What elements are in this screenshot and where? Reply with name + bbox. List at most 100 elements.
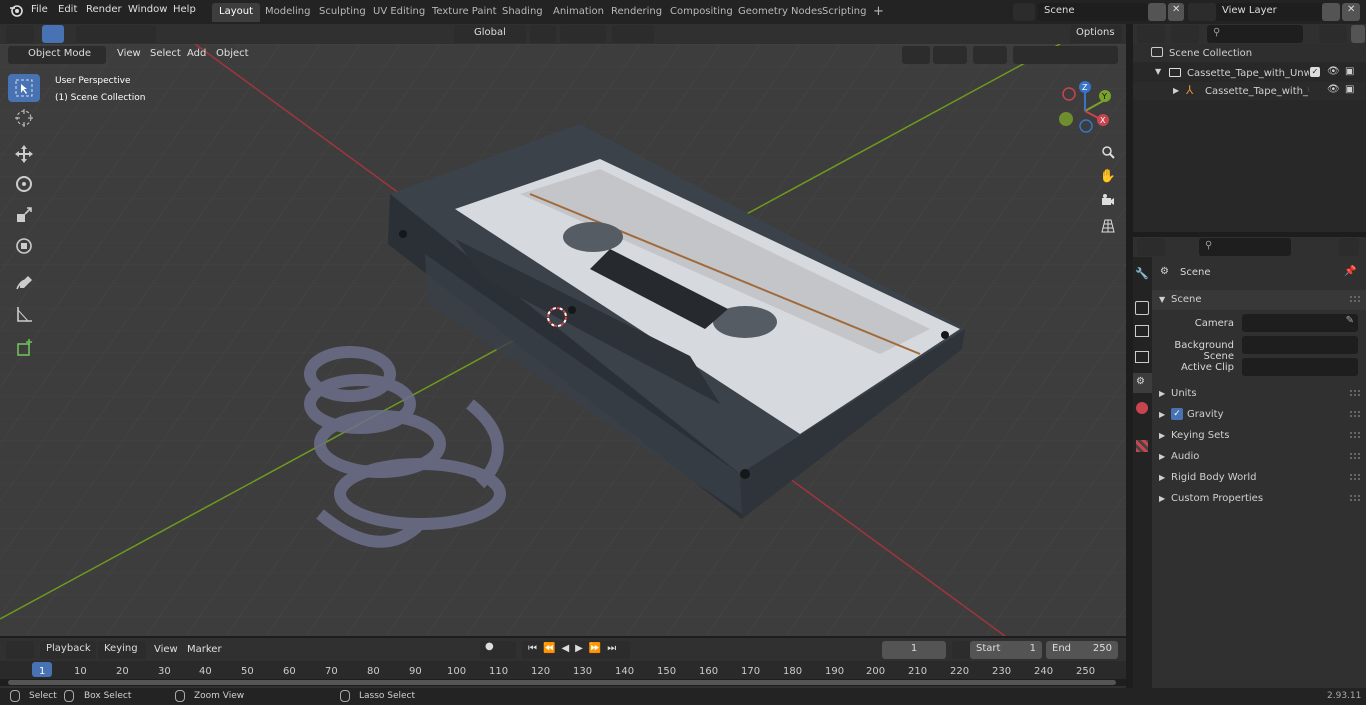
camera-field[interactable]: ✎ (1242, 314, 1358, 332)
output-tab-icon[interactable] (1135, 325, 1149, 337)
pivot-point-icon[interactable] (530, 25, 556, 43)
view-layer-tab-icon[interactable] (1135, 351, 1149, 363)
render-tab-icon[interactable] (1135, 301, 1149, 315)
move-tool-icon[interactable] (8, 140, 40, 168)
gizmo-toggle-icon[interactable] (933, 46, 967, 64)
transform-orientation-dropdown[interactable]: Global (454, 25, 526, 43)
drag-grip-icon[interactable] (1350, 390, 1360, 396)
drag-grip-icon[interactable] (1350, 432, 1360, 438)
gravity-panel-header[interactable]: ▶ ✓ Gravity (1152, 405, 1366, 425)
add-workspace-icon[interactable]: + (866, 1, 891, 20)
zoom-view-icon[interactable] (1098, 142, 1118, 162)
scene-selector-icon[interactable] (1013, 3, 1035, 21)
auto-keying-icon[interactable]: ● (480, 641, 516, 659)
eye-icon[interactable]: 👁 (1327, 84, 1340, 95)
expand-arrow-icon[interactable]: ▶ (1173, 86, 1179, 95)
units-panel-header[interactable]: ▶ Units (1152, 384, 1366, 404)
drag-grip-icon[interactable] (1350, 453, 1360, 459)
pan-view-hand-icon[interactable]: ✋ (1098, 166, 1118, 186)
tweak-tool-icon[interactable] (42, 25, 64, 43)
blender-logo-icon[interactable] (9, 3, 23, 20)
drag-grip-icon[interactable] (1350, 474, 1360, 480)
view-layer-selector-icon[interactable] (1188, 3, 1216, 21)
tab-texture-paint[interactable]: Texture Paint (425, 3, 504, 22)
scale-tool-icon[interactable] (8, 201, 40, 229)
playback-dropdown[interactable]: Playback (40, 641, 96, 659)
3d-viewport[interactable]: User Perspective (1) Scene Collection Z … (0, 44, 1126, 636)
tab-layout[interactable]: Layout (212, 3, 260, 22)
menu-file[interactable]: File (31, 4, 48, 15)
delete-scene-icon[interactable]: ✕ (1168, 3, 1184, 21)
viewport-menu-view[interactable]: View (117, 48, 141, 59)
camera-render-icon[interactable]: ▣ (1345, 84, 1354, 95)
tab-modeling[interactable]: Modeling (258, 3, 318, 22)
pin-icon[interactable]: 📌 (1344, 266, 1356, 277)
select-box-tool-icon[interactable] (8, 74, 40, 102)
expand-arrow-icon[interactable]: ▼ (1155, 67, 1161, 76)
timeline-editor-type-icon[interactable] (6, 641, 34, 659)
current-frame-field[interactable]: 1 (882, 641, 946, 659)
keying-sets-panel-header[interactable]: ▶ Keying Sets (1152, 426, 1366, 446)
transform-tool-icon[interactable] (8, 232, 40, 260)
mode-dropdown[interactable]: Object Mode (8, 46, 106, 64)
outliner-editor-type-icon[interactable] (1137, 25, 1165, 43)
rigid-body-panel-header[interactable]: ▶ Rigid Body World (1152, 468, 1366, 488)
timeline-scrollbar[interactable] (0, 679, 1126, 686)
cursor-tool-icon[interactable] (8, 104, 40, 132)
timeline-menu-marker[interactable]: Marker (187, 644, 222, 655)
new-collection-icon[interactable] (1351, 25, 1365, 43)
playback-controls[interactable]: ⏮⏪◀▶⏩⏭ (522, 641, 630, 659)
tab-scripting[interactable]: Scripting (815, 3, 873, 22)
keying-dropdown[interactable]: Keying (98, 641, 146, 659)
viewport-menu-object[interactable]: Object (216, 48, 249, 59)
navigation-gizmo[interactable]: Z Y X (1055, 79, 1119, 143)
scene-name-field[interactable]: Scene (1038, 3, 1148, 21)
menu-window[interactable]: Window (128, 4, 167, 15)
active-clip-field[interactable] (1242, 358, 1358, 376)
drag-grip-icon[interactable] (1350, 411, 1360, 417)
exclude-checkbox[interactable]: ✓ (1310, 67, 1320, 77)
scene-panel-header[interactable]: ▼ Scene (1152, 290, 1366, 310)
proportional-editing-icon[interactable] (612, 25, 654, 43)
menu-edit[interactable]: Edit (58, 4, 77, 15)
end-frame-field[interactable]: End 250 (1046, 641, 1118, 659)
camera-render-icon[interactable]: ▣ (1345, 66, 1354, 77)
overlay-toggle-icon[interactable] (973, 46, 1007, 64)
delete-view-layer-icon[interactable]: ✕ (1342, 3, 1360, 21)
tab-uv-editing[interactable]: UV Editing (366, 3, 432, 22)
measure-tool-icon[interactable] (8, 300, 40, 328)
texture-tab-icon[interactable] (1136, 440, 1148, 452)
annotate-tool-icon[interactable] (8, 269, 40, 297)
tab-compositing[interactable]: Compositing (663, 3, 740, 22)
filter-icon[interactable] (1319, 25, 1347, 43)
snap-icon[interactable] (560, 25, 606, 43)
new-view-layer-icon[interactable] (1322, 3, 1340, 21)
custom-properties-panel-header[interactable]: ▶ Custom Properties (1152, 489, 1366, 509)
preview-range-icon[interactable] (952, 641, 970, 659)
tab-shading[interactable]: Shading (495, 3, 550, 22)
viewport-menu-select[interactable]: Select (150, 48, 181, 59)
start-frame-field[interactable]: Start 1 (970, 641, 1042, 659)
display-mode-icon[interactable] (1171, 25, 1199, 43)
background-scene-field[interactable] (1242, 336, 1358, 354)
menu-help[interactable]: Help (173, 4, 196, 15)
world-tab-icon[interactable] (1136, 402, 1148, 414)
gravity-checkbox[interactable]: ✓ (1171, 408, 1183, 420)
new-scene-icon[interactable] (1148, 3, 1166, 21)
rotate-tool-icon[interactable] (8, 170, 40, 198)
drag-grip-icon[interactable] (1350, 296, 1360, 302)
audio-panel-header[interactable]: ▶ Audio (1152, 447, 1366, 467)
eye-icon[interactable]: 👁 (1327, 66, 1340, 77)
shading-mode-icons[interactable] (1013, 46, 1118, 64)
properties-options-icon[interactable] (1339, 238, 1359, 256)
timeline-menu-view[interactable]: View (154, 644, 178, 655)
outliner-search-input[interactable]: ⚲ (1207, 25, 1303, 43)
selection-mode-icons[interactable] (76, 25, 156, 43)
camera-view-icon[interactable] (1098, 190, 1118, 210)
viewport-menu-add[interactable]: Add (187, 48, 206, 59)
options-dropdown[interactable]: Options (1070, 25, 1122, 43)
tab-sculpting[interactable]: Sculpting (312, 3, 373, 22)
drag-grip-icon[interactable] (1350, 495, 1360, 501)
tab-animation[interactable]: Animation (546, 3, 611, 22)
scene-tab-icon[interactable]: ⚙ (1133, 373, 1152, 393)
